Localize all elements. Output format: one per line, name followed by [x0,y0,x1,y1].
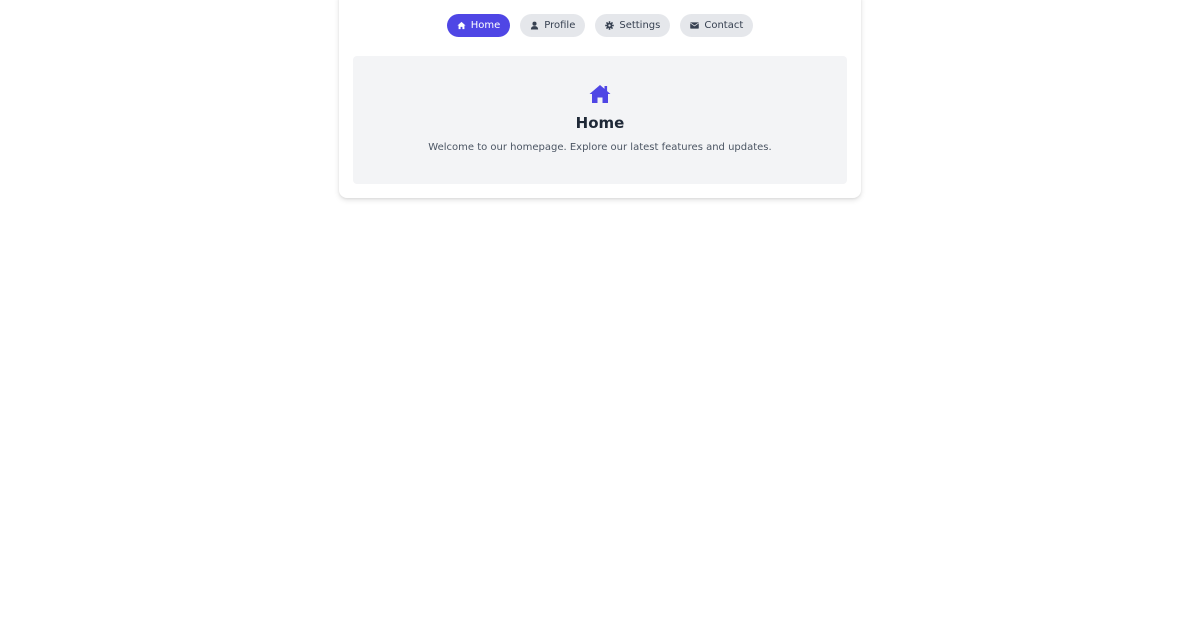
envelope-icon [690,21,700,30]
content-description: Welcome to our homepage. Explore our lat… [428,142,772,153]
tab-profile-label: Profile [544,20,576,31]
home-icon [457,21,466,30]
user-icon [530,21,539,30]
tab-contact[interactable]: Contact [680,14,754,37]
tab-contact-label: Contact [704,20,744,31]
tab-card: Home Profile Settings Contact Home Welco… [339,0,861,198]
tab-home-label: Home [470,20,501,31]
tab-content-panel: Home Welcome to our homepage. Explore ou… [353,56,847,184]
content-title: Home [575,114,625,132]
gear-icon [605,21,615,30]
home-icon [589,84,611,104]
tab-home[interactable]: Home [446,14,511,37]
tab-settings[interactable]: Settings [595,14,671,37]
tab-profile[interactable]: Profile [520,14,586,37]
tab-nav: Home Profile Settings Contact [339,14,861,37]
tab-settings-label: Settings [619,20,661,31]
